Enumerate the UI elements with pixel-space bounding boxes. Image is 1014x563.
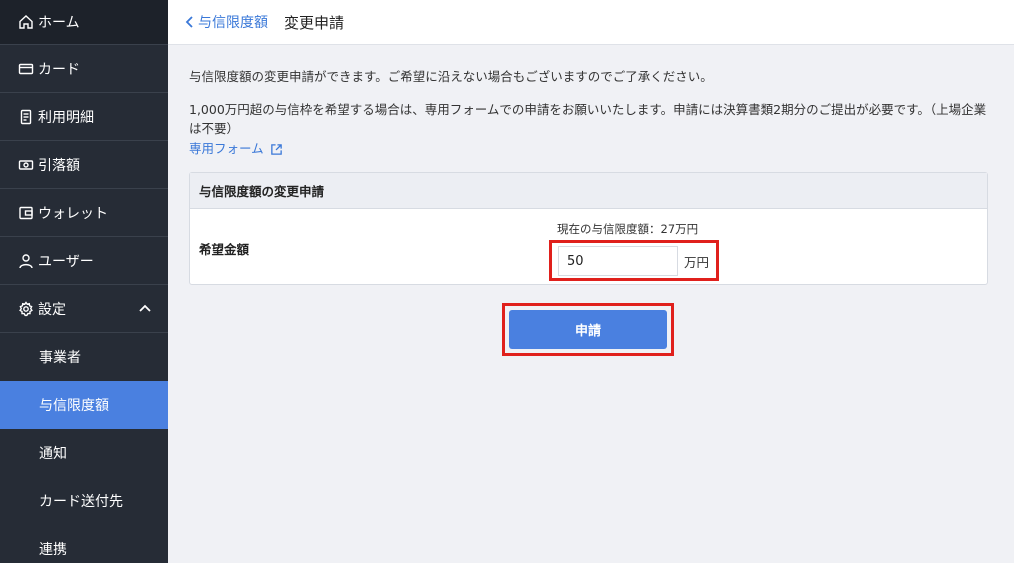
back-link-label: 与信限度額 — [198, 15, 268, 31]
submit-highlight-frame: 申請 — [502, 303, 674, 356]
sidebar-item-label: ウォレット — [38, 205, 108, 222]
sidebar-item-home[interactable]: ホーム — [0, 0, 168, 45]
app: ホーム カード 利用明細 引落額 ウォレット ユーザー 設定 事業者 与信限度額… — [0, 0, 1014, 563]
dedicated-form-link-label: 専用フォーム — [189, 141, 264, 156]
chevron-left-icon — [185, 16, 193, 28]
wallet-icon — [18, 205, 34, 221]
sidebar-item-statement[interactable]: 利用明細 — [0, 93, 168, 141]
sidebar-item-wallet[interactable]: ウォレット — [0, 189, 168, 237]
large-limit-note: 1,000万円超の与信枠を希望する場合は、専用フォームでの申請をお願いいたします… — [189, 102, 987, 136]
panel-body: 希望金額 現在の与信限度額：27万円 万円 — [190, 209, 987, 284]
main-area: 与信限度額 変更申請 与信限度額の変更申請ができます。ご希望に沿えない場合もござ… — [168, 0, 1014, 563]
sidebar-subitem-label: カード送付先 — [39, 494, 123, 510]
sidebar-item-label: ユーザー — [38, 253, 94, 270]
user-icon — [18, 253, 34, 269]
content: 与信限度額の変更申請ができます。ご希望に沿えない場合もございますのでご了承くださ… — [168, 45, 1014, 285]
page-title: 変更申請 — [284, 13, 345, 32]
sidebar-item-withdrawal[interactable]: 引落額 — [0, 141, 168, 189]
sidebar-subitem-card-address[interactable]: カード送付先 — [0, 477, 168, 525]
sidebar-item-label: 設定 — [38, 301, 66, 318]
home-icon — [18, 14, 34, 30]
statement-icon — [18, 109, 34, 125]
credit-change-panel: 与信限度額の変更申請 希望金額 現在の与信限度額：27万円 万円 — [189, 172, 988, 285]
sidebar-item-label: 引落額 — [38, 157, 80, 174]
external-link-icon — [270, 143, 282, 155]
panel-title: 与信限度額の変更申請 — [190, 173, 987, 209]
sidebar: ホーム カード 利用明細 引落額 ウォレット ユーザー 設定 事業者 与信限度額… — [0, 0, 168, 563]
back-link[interactable]: 与信限度額 — [184, 12, 268, 32]
sidebar-item-label: ホーム — [38, 15, 80, 31]
gear-icon — [18, 300, 34, 317]
sidebar-item-settings[interactable]: 設定 — [0, 285, 168, 333]
sidebar-subitem-business[interactable]: 事業者 — [0, 333, 168, 381]
sidebar-subitem-label: 通知 — [39, 446, 67, 462]
card-icon — [18, 61, 34, 77]
amount-unit: 万円 — [684, 255, 710, 270]
desired-amount-input[interactable] — [558, 246, 678, 276]
sidebar-subitem-label: 与信限度額 — [39, 398, 109, 414]
dedicated-form-link[interactable]: 専用フォーム — [189, 140, 283, 158]
sidebar-item-label: カード — [38, 61, 80, 78]
sidebar-subitem-credit-limit[interactable]: 与信限度額 — [0, 381, 168, 429]
sidebar-subitem-integration[interactable]: 連携 — [0, 525, 168, 563]
sidebar-subitem-label: 連携 — [39, 542, 67, 558]
description-text: 与信限度額の変更申請ができます。ご希望に沿えない場合もございますのでご了承くださ… — [189, 69, 713, 84]
desired-amount-label: 希望金額 — [199, 242, 250, 257]
submit-button[interactable]: 申請 — [509, 310, 667, 349]
sidebar-item-label: 利用明細 — [38, 109, 94, 126]
sidebar-subitem-notification[interactable]: 通知 — [0, 429, 168, 477]
sidebar-item-card[interactable]: カード — [0, 45, 168, 93]
sidebar-item-user[interactable]: ユーザー — [0, 237, 168, 285]
sidebar-subitem-label: 事業者 — [39, 350, 81, 366]
current-limit-text: 現在の与信限度額：27万円 — [557, 222, 699, 236]
chevron-up-icon[interactable] — [138, 301, 152, 319]
money-icon — [18, 157, 34, 173]
page-header: 与信限度額 変更申請 — [168, 0, 1014, 45]
amount-highlight-frame: 万円 — [549, 240, 719, 281]
